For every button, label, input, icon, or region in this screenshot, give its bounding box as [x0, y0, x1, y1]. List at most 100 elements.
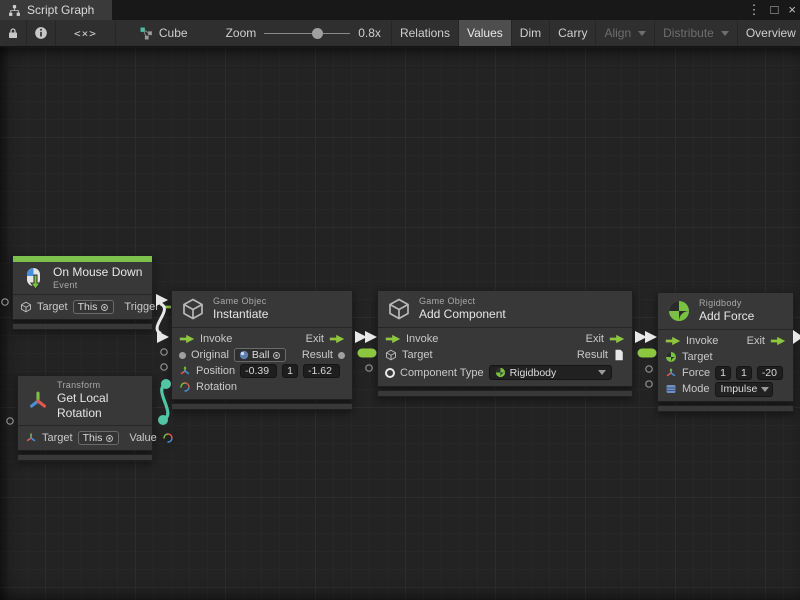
component-type-dropdown[interactable]: Rigidbody	[489, 365, 612, 380]
node-title: Get Local Rotation	[57, 391, 143, 421]
port-label-mode: Mode	[682, 383, 710, 395]
force-z-field[interactable]: -20	[757, 366, 783, 380]
rotation-icon	[162, 432, 174, 444]
inspect-button[interactable]	[27, 20, 56, 46]
flow-output-port[interactable]	[770, 336, 786, 346]
value-wire-end	[158, 415, 168, 425]
port-label-invoke: Invoke	[686, 335, 718, 347]
title-bar: Script Graph ⋮ □ ×	[0, 0, 800, 20]
port-label-result: Result	[577, 349, 608, 361]
unconnected-port	[161, 364, 167, 370]
type-input-port[interactable]	[385, 368, 395, 378]
flow-output-port[interactable]	[609, 334, 625, 344]
node-subtitle: Transform	[57, 380, 143, 391]
flow-input-port[interactable]	[665, 336, 681, 346]
port-label-rotation: Rotation	[196, 381, 237, 393]
flow-wire-arrow	[365, 331, 377, 343]
flow-wire-arrow	[635, 331, 647, 343]
overview-button[interactable]: Overview	[737, 20, 800, 46]
relations-button[interactable]: Relations	[391, 20, 458, 46]
code-view-toggle[interactable]: <×>	[56, 20, 116, 46]
force-vector-icon	[665, 367, 677, 379]
tab-title: Script Graph	[27, 3, 94, 17]
game-object-icon	[181, 297, 205, 321]
port-label-target: Target	[402, 349, 433, 361]
node-subtitle: Rigidbody	[699, 298, 754, 309]
transform-icon	[25, 432, 37, 444]
node-instantiate[interactable]: Game Objec Instantiate Invoke Exit	[171, 290, 353, 410]
node-add-component[interactable]: Game Object Add Component Invoke Exit	[377, 290, 633, 397]
force-x-field[interactable]: 1	[715, 366, 731, 380]
mouse-down-icon	[21, 266, 45, 290]
original-object-field[interactable]: Ball	[234, 348, 287, 362]
unconnected-port	[2, 299, 8, 305]
lock-icon	[7, 27, 19, 40]
node-footer	[17, 454, 153, 461]
port-label-component-type: Component Type	[400, 367, 484, 379]
node-subtitle: Game Object	[419, 296, 506, 307]
rigidbody-icon	[667, 299, 691, 323]
window-close-icon[interactable]: ×	[788, 0, 796, 20]
target-object-field[interactable]: This	[73, 300, 115, 314]
value-output-port[interactable]	[338, 352, 345, 359]
node-footer	[377, 390, 633, 397]
force-y-field[interactable]: 1	[736, 366, 752, 380]
distribute-button[interactable]: Distribute	[654, 20, 737, 46]
dim-button[interactable]: Dim	[511, 20, 549, 46]
ball-icon	[239, 350, 249, 360]
window-maximize-icon[interactable]: □	[771, 0, 779, 20]
component-page-icon[interactable]	[613, 349, 625, 361]
node-subtitle: Game Objec	[213, 296, 268, 307]
window-menu-icon[interactable]: ⋮	[748, 0, 761, 20]
node-get-local-rotation[interactable]: Transform Get Local Rotation	[17, 375, 153, 461]
position-x-field[interactable]: -0.39	[240, 364, 277, 378]
port-label-force: Force	[682, 367, 710, 379]
flow-input-port[interactable]	[179, 334, 195, 344]
port-label-position: Position	[196, 365, 235, 377]
align-button[interactable]: Align	[595, 20, 654, 46]
graph-breadcrumb[interactable]: Cube	[130, 20, 198, 46]
carry-button[interactable]: Carry	[549, 20, 595, 46]
rotation-icon	[179, 381, 191, 393]
flow-wire-arrow	[355, 331, 367, 343]
rigidbody-icon	[495, 367, 506, 378]
value-wire	[162, 384, 168, 420]
value-wire-end	[161, 379, 171, 389]
port-label-target: Target	[42, 432, 73, 444]
dropdown-caret-icon	[761, 387, 769, 392]
values-button[interactable]: Values	[458, 20, 511, 46]
position-z-field[interactable]: -1.62	[303, 364, 340, 378]
flow-output-port[interactable]	[329, 334, 345, 344]
flow-wire-arrow	[157, 331, 169, 343]
position-y-field[interactable]: 1	[282, 364, 298, 378]
code-brackets-icon: <×>	[74, 27, 97, 40]
game-object-icon	[385, 349, 397, 361]
zoom-control: Zoom 0.8x	[216, 20, 391, 46]
graph-canvas[interactable]: On Mouse Down Event Target This	[0, 47, 800, 600]
node-on-mouse-down[interactable]: On Mouse Down Event Target This	[12, 255, 153, 330]
game-object-icon	[387, 297, 411, 321]
transform-icon	[27, 390, 49, 412]
flow-input-port[interactable]	[385, 334, 401, 344]
port-label-invoke: Invoke	[200, 333, 232, 345]
value-input-port[interactable]	[179, 352, 186, 359]
flow-wire-arrow	[793, 330, 800, 344]
port-label-result: Result	[302, 349, 333, 361]
mode-dropdown[interactable]: Impulse	[715, 382, 773, 397]
target-object-field[interactable]: This	[78, 431, 120, 445]
lock-button[interactable]	[0, 20, 27, 46]
node-add-force[interactable]: Rigidbody Add Force Invoke Exit	[657, 292, 794, 412]
node-subtitle: Event	[53, 280, 142, 291]
object-picker-icon[interactable]	[272, 351, 281, 360]
flow-wire-arrow	[645, 331, 657, 343]
object-picker-icon[interactable]	[105, 434, 114, 443]
port-label-target: Target	[682, 351, 713, 363]
graph-name: Cube	[159, 26, 188, 40]
zoom-slider-handle[interactable]	[312, 28, 323, 39]
tab-script-graph[interactable]: Script Graph	[0, 0, 112, 20]
port-label-original: Original	[191, 349, 229, 361]
graph-hierarchy-icon	[8, 4, 21, 17]
zoom-slider[interactable]	[264, 20, 350, 47]
object-picker-icon[interactable]	[100, 303, 109, 312]
script-graph-asset-icon	[140, 27, 153, 40]
